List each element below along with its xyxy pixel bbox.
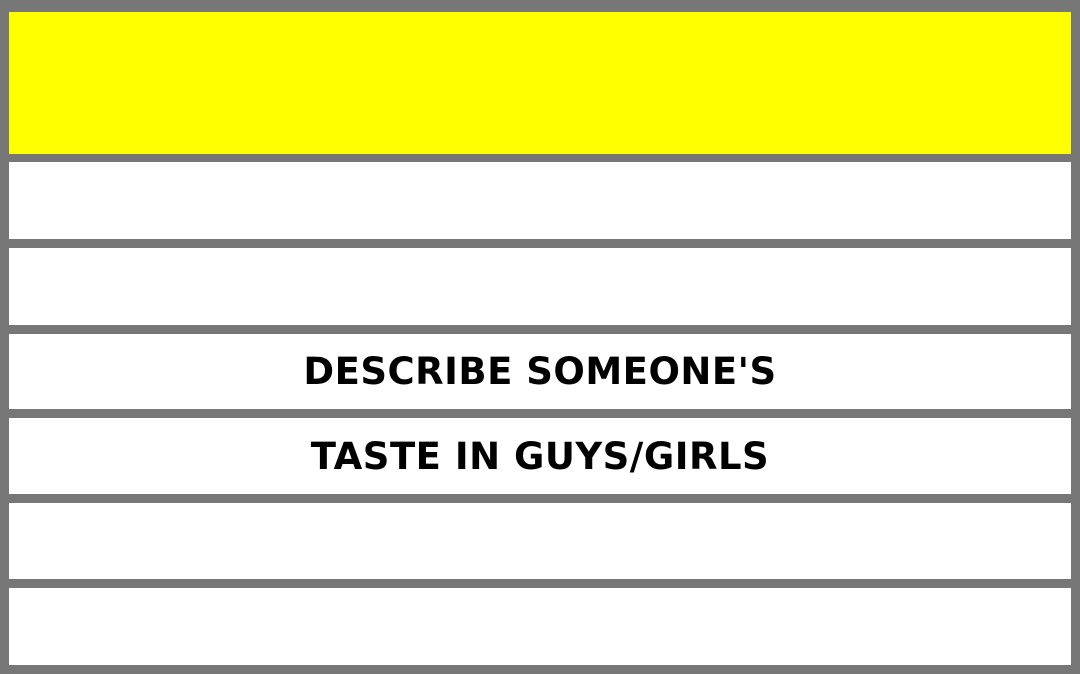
prompt-line-2: TASTE IN GUYS/GIRLS (9, 418, 1071, 494)
prompt-text-line-1: DESCRIBE SOMEONE'S (303, 350, 777, 393)
prompt-card: DESCRIBE SOMEONE'S TASTE IN GUYS/GIRLS (0, 0, 1080, 674)
prompt-text-line-2: TASTE IN GUYS/GIRLS (310, 434, 770, 478)
blank-row-2 (9, 248, 1071, 325)
blank-row-1 (9, 162, 1071, 239)
blank-row-6 (9, 588, 1071, 665)
prompt-line-1: DESCRIBE SOMEONE'S (9, 334, 1071, 409)
blank-row-5 (9, 503, 1071, 579)
header-band (9, 12, 1071, 154)
